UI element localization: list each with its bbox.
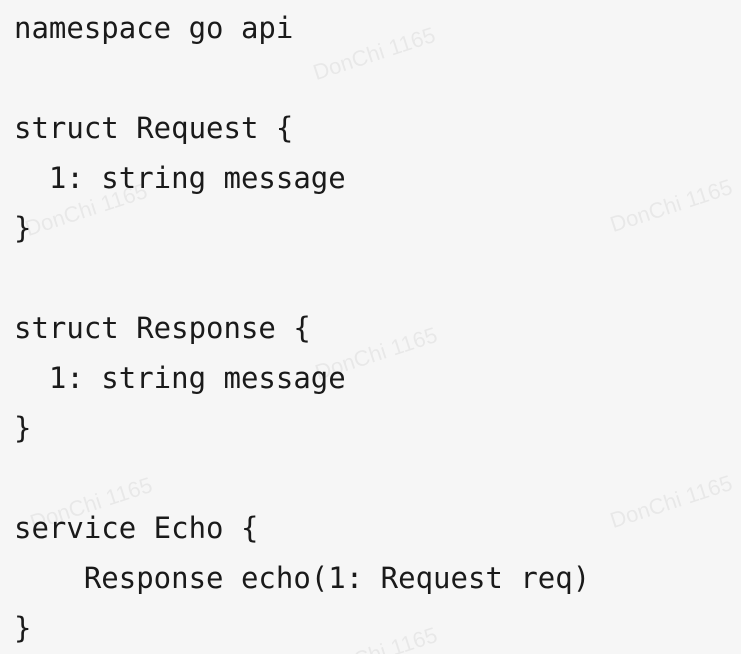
- code-line: }: [14, 411, 32, 445]
- code-line: 1: string message: [14, 161, 346, 195]
- code-line: }: [14, 211, 32, 245]
- code-block: DonChi 1165 DonChi 1165 DonChi 1165 DonC…: [0, 0, 741, 654]
- watermark-text: DonChi 1165: [309, 22, 439, 86]
- watermark-text: DonChi 1165: [606, 470, 736, 534]
- code-line: service Echo {: [14, 511, 259, 545]
- code-line: Response echo(1: Request req): [14, 561, 591, 595]
- code-line: 1: string message: [14, 361, 346, 395]
- code-line: struct Request {: [14, 111, 294, 145]
- watermark-text: DonChi 1165: [311, 622, 441, 654]
- watermark-text: DonChi 1165: [606, 174, 736, 238]
- code-line: namespace go api: [14, 11, 294, 45]
- code-line: }: [14, 611, 32, 645]
- code-line: struct Response {: [14, 311, 311, 345]
